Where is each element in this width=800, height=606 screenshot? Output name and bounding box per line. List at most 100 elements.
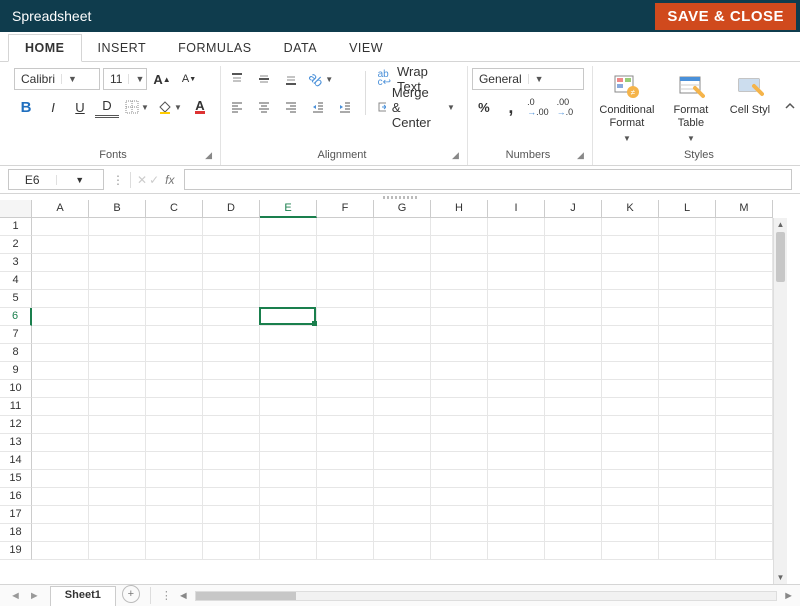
cell[interactable] xyxy=(716,524,773,542)
cell[interactable] xyxy=(260,524,317,542)
cell[interactable] xyxy=(146,272,203,290)
cell[interactable] xyxy=(716,434,773,452)
cell[interactable] xyxy=(32,542,89,560)
column-header[interactable]: B xyxy=(89,200,146,218)
number-format-dropdown[interactable]: General ▼ xyxy=(472,68,584,90)
cell[interactable] xyxy=(602,308,659,326)
cell[interactable] xyxy=(431,272,488,290)
cell[interactable] xyxy=(488,524,545,542)
cell[interactable] xyxy=(374,308,431,326)
format-table-button[interactable]: Format Table ▼ xyxy=(661,68,721,144)
cell[interactable] xyxy=(602,326,659,344)
cell[interactable] xyxy=(716,488,773,506)
row-header[interactable]: 1 xyxy=(0,218,32,236)
column-header[interactable]: A xyxy=(32,200,89,218)
column-header[interactable]: L xyxy=(659,200,716,218)
cell[interactable] xyxy=(545,488,602,506)
tab-insert[interactable]: INSERT xyxy=(82,35,163,61)
cell[interactable] xyxy=(545,470,602,488)
cell[interactable] xyxy=(203,524,260,542)
cell[interactable] xyxy=(431,434,488,452)
cell[interactable] xyxy=(545,362,602,380)
cell[interactable] xyxy=(260,416,317,434)
cell[interactable] xyxy=(146,542,203,560)
cell[interactable] xyxy=(659,254,716,272)
cell[interactable] xyxy=(203,470,260,488)
cell[interactable] xyxy=(203,398,260,416)
row-header[interactable]: 19 xyxy=(0,542,32,560)
cell[interactable] xyxy=(317,506,374,524)
cell[interactable] xyxy=(374,398,431,416)
cell[interactable] xyxy=(260,398,317,416)
column-header[interactable]: J xyxy=(545,200,602,218)
cell[interactable] xyxy=(317,542,374,560)
cell[interactable] xyxy=(260,362,317,380)
cell[interactable] xyxy=(488,452,545,470)
cell[interactable] xyxy=(260,308,317,326)
cell[interactable] xyxy=(374,272,431,290)
cell[interactable] xyxy=(659,470,716,488)
cell[interactable] xyxy=(431,218,488,236)
cell[interactable] xyxy=(716,272,773,290)
cell[interactable] xyxy=(203,362,260,380)
increase-indent-button[interactable] xyxy=(333,96,357,118)
cell[interactable] xyxy=(716,344,773,362)
cell[interactable] xyxy=(260,380,317,398)
cell[interactable] xyxy=(602,506,659,524)
cell[interactable] xyxy=(89,308,146,326)
cell[interactable] xyxy=(659,452,716,470)
cell[interactable] xyxy=(374,524,431,542)
cell[interactable] xyxy=(260,434,317,452)
cell[interactable] xyxy=(659,236,716,254)
cell[interactable] xyxy=(317,434,374,452)
cell[interactable] xyxy=(488,488,545,506)
cell[interactable] xyxy=(260,488,317,506)
cell[interactable] xyxy=(374,218,431,236)
cell[interactable] xyxy=(602,524,659,542)
cell[interactable] xyxy=(32,506,89,524)
cell[interactable] xyxy=(203,308,260,326)
cell[interactable] xyxy=(545,416,602,434)
select-all-corner[interactable] xyxy=(0,200,32,218)
tab-view[interactable]: VIEW xyxy=(333,35,399,61)
cell[interactable] xyxy=(716,362,773,380)
cell[interactable] xyxy=(317,524,374,542)
name-box[interactable]: E6 ▼ xyxy=(8,169,104,190)
cell[interactable] xyxy=(659,542,716,560)
align-center-button[interactable] xyxy=(252,96,276,118)
cell[interactable] xyxy=(545,254,602,272)
cell[interactable] xyxy=(317,398,374,416)
cell[interactable] xyxy=(146,380,203,398)
cell[interactable] xyxy=(488,290,545,308)
column-header[interactable]: K xyxy=(602,200,659,218)
cell[interactable] xyxy=(203,542,260,560)
cell[interactable] xyxy=(89,470,146,488)
align-bottom-button[interactable] xyxy=(279,68,303,90)
cell[interactable] xyxy=(659,524,716,542)
cell[interactable] xyxy=(659,506,716,524)
cell[interactable] xyxy=(89,218,146,236)
cell[interactable] xyxy=(716,416,773,434)
cell[interactable] xyxy=(89,272,146,290)
row-header[interactable]: 9 xyxy=(0,362,32,380)
comma-style-button[interactable]: , xyxy=(499,96,523,118)
cell[interactable] xyxy=(545,398,602,416)
row-header[interactable]: 16 xyxy=(0,488,32,506)
formula-bar-input[interactable] xyxy=(184,169,792,190)
cell[interactable] xyxy=(602,254,659,272)
cell[interactable] xyxy=(317,362,374,380)
cell[interactable] xyxy=(203,506,260,524)
cell[interactable] xyxy=(602,380,659,398)
column-header[interactable]: C xyxy=(146,200,203,218)
increase-font-size-button[interactable]: A▲ xyxy=(150,68,174,90)
cell[interactable] xyxy=(602,344,659,362)
cell[interactable] xyxy=(431,254,488,272)
cell[interactable] xyxy=(716,326,773,344)
row-header[interactable]: 8 xyxy=(0,344,32,362)
cell[interactable] xyxy=(374,542,431,560)
cell[interactable] xyxy=(260,542,317,560)
more-icon[interactable]: ⋮ xyxy=(112,173,124,187)
orientation-button[interactable]: ab▼ xyxy=(306,68,336,90)
cell[interactable] xyxy=(659,272,716,290)
cell[interactable] xyxy=(32,344,89,362)
